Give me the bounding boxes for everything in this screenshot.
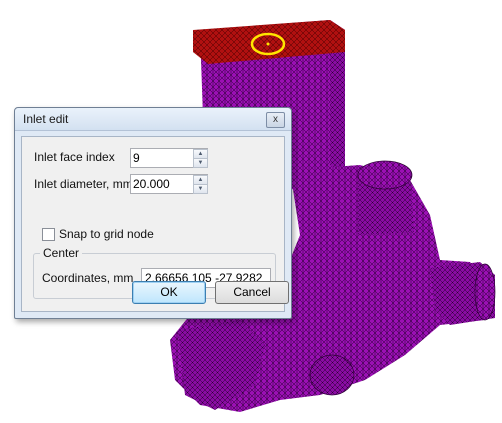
face-index-spinner[interactable]: ▲ ▼ <box>130 148 208 168</box>
dialog-title: Inlet edit <box>23 112 69 126</box>
snap-checkbox[interactable] <box>42 228 55 241</box>
diameter-spin-buttons[interactable]: ▲ ▼ <box>193 175 208 194</box>
close-button[interactable]: x <box>266 112 285 128</box>
inlet-edit-dialog: Inlet edit x Inlet face index ▲ ▼ Inlet … <box>14 107 292 319</box>
face-index-input[interactable] <box>133 150 191 165</box>
face-index-label: Inlet face index <box>34 150 115 164</box>
spin-down-icon[interactable]: ▼ <box>193 184 208 194</box>
cancel-button[interactable]: Cancel <box>215 281 289 304</box>
coordinates-label: Coordinates, mm <box>42 271 134 285</box>
close-icon: x <box>273 114 278 125</box>
diameter-input[interactable] <box>133 176 191 191</box>
mesh-top-opening <box>357 160 413 190</box>
mesh-right-opening <box>474 263 496 321</box>
face-index-spin-buttons[interactable]: ▲ ▼ <box>193 149 208 168</box>
diameter-spinner[interactable]: ▲ ▼ <box>130 174 208 194</box>
dialog-titlebar[interactable]: Inlet edit x <box>15 108 291 131</box>
center-group-title: Center <box>40 246 83 260</box>
ok-button[interactable]: OK <box>132 281 206 304</box>
spin-down-icon[interactable]: ▼ <box>193 158 208 168</box>
diameter-label: Inlet diameter, mm <box>34 177 133 191</box>
snap-label[interactable]: Snap to grid node <box>59 227 154 241</box>
mesh-bottom-opening <box>309 354 355 396</box>
inlet-center-dot <box>266 42 270 46</box>
